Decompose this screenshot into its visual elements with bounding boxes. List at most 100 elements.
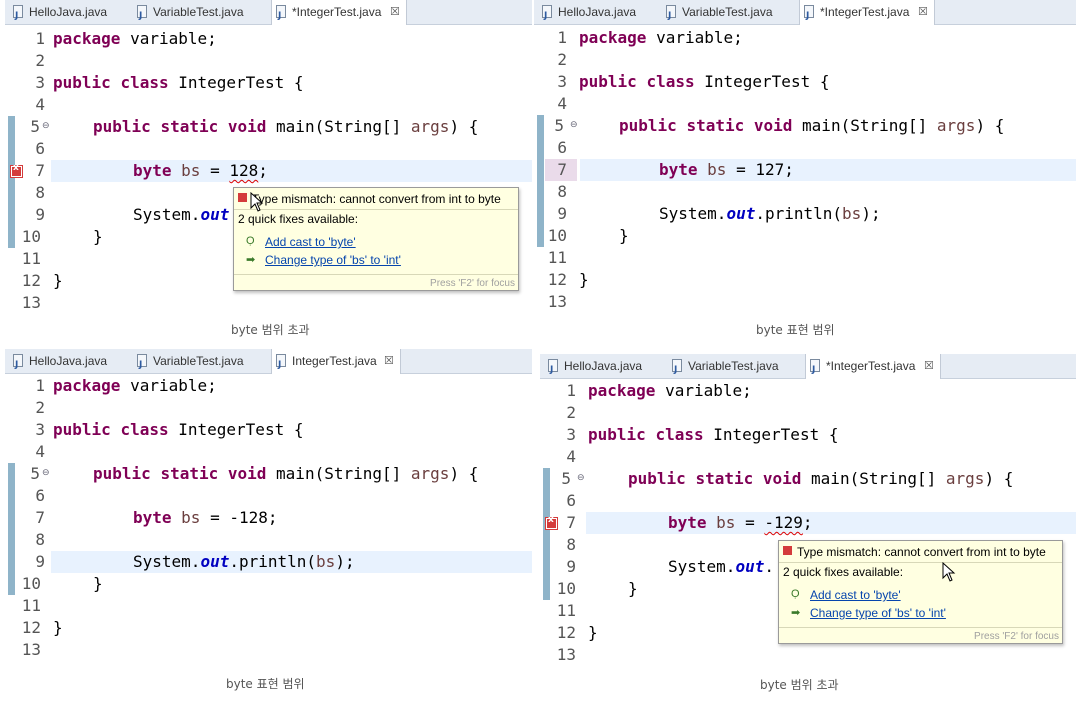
current-line-highlight bbox=[51, 160, 532, 182]
java-file-icon bbox=[276, 4, 286, 28]
code-line: public static void main(String[] args) { bbox=[93, 117, 479, 136]
fold-minus-icon[interactable]: ⊖ bbox=[577, 473, 585, 483]
close-icon[interactable]: ☒ bbox=[390, 0, 400, 24]
java-file-icon bbox=[137, 4, 147, 28]
error-literal: 128 bbox=[229, 161, 259, 180]
java-file-icon bbox=[548, 358, 558, 382]
tab-hellojava[interactable]: HelloJava.java bbox=[9, 0, 127, 28]
close-icon[interactable]: ☒ bbox=[918, 0, 928, 24]
editor-panel-top-right: HelloJava.java VariableTest.java *Intege… bbox=[534, 0, 1076, 316]
tab-variabletest[interactable]: VariableTest.java bbox=[668, 354, 804, 382]
caption: byte 표현 범위 bbox=[756, 323, 835, 337]
editor-panel-bottom-left: HelloJava.java VariableTest.java Integer… bbox=[5, 349, 532, 671]
code-line: } bbox=[588, 623, 598, 642]
cast-fix-icon: Ọ bbox=[791, 588, 800, 600]
line-number: 7 bbox=[35, 508, 45, 527]
divider bbox=[779, 562, 1062, 563]
tab-integertest[interactable]: IntegerTest.java☒ bbox=[271, 349, 401, 377]
error-marker-icon[interactable] bbox=[546, 515, 557, 529]
tab-hellojava[interactable]: HelloJava.java bbox=[538, 0, 656, 28]
editor-tab-bar: HelloJava.java VariableTest.java *Intege… bbox=[534, 0, 1076, 28]
divider bbox=[234, 209, 518, 210]
code-line: } bbox=[93, 227, 103, 246]
popup-title: Type mismatch: cannot convert from int t… bbox=[797, 545, 1046, 559]
line-number: 13 bbox=[547, 292, 567, 311]
error-marker-icon[interactable] bbox=[11, 163, 22, 177]
code-line: } bbox=[628, 579, 638, 598]
line-number: 10 bbox=[547, 226, 567, 245]
line-number: 2 bbox=[35, 398, 45, 417]
line-number: 9 bbox=[35, 205, 45, 224]
line-number: 6 bbox=[566, 491, 576, 510]
code-line: } bbox=[579, 270, 589, 289]
line-number: 9 bbox=[35, 552, 45, 571]
caption: byte 범위 초과 bbox=[231, 323, 310, 337]
fix-change-type-link[interactable]: Change type of 'bs' to 'int' bbox=[810, 606, 946, 620]
error-icon bbox=[783, 546, 792, 555]
line-number: 6 bbox=[35, 139, 45, 158]
code-line: public static void main(String[] args) { bbox=[93, 464, 479, 483]
line-number: 3 bbox=[35, 73, 45, 92]
java-file-icon bbox=[810, 358, 820, 382]
code-line: public static void main(String[] args) { bbox=[628, 469, 1014, 488]
fix-change-type-link[interactable]: Change type of 'bs' to 'int' bbox=[265, 253, 401, 267]
line-number: 5 bbox=[554, 116, 564, 135]
code-line: byte bs = -129; bbox=[668, 513, 813, 532]
java-file-icon bbox=[666, 4, 676, 28]
fold-minus-icon[interactable]: ⊖ bbox=[570, 120, 578, 130]
tab-hellojava[interactable]: HelloJava.java bbox=[9, 349, 127, 377]
quick-fix-popup[interactable]: Type mismatch: cannot convert from int t… bbox=[778, 540, 1063, 644]
line-number: 4 bbox=[35, 442, 45, 461]
error-literal: -129 bbox=[764, 513, 803, 532]
code-line: public class IntegerTest { bbox=[579, 72, 830, 91]
code-line: package variable; bbox=[579, 28, 743, 47]
tab-variabletest[interactable]: VariableTest.java bbox=[133, 349, 269, 377]
close-icon[interactable]: ☒ bbox=[924, 354, 934, 378]
mouse-cursor-icon bbox=[250, 192, 264, 212]
fix-add-cast-link[interactable]: Add cast to 'byte' bbox=[810, 588, 901, 602]
tab-variabletest[interactable]: VariableTest.java bbox=[662, 0, 798, 28]
line-number: 11 bbox=[21, 249, 41, 268]
line-number: 11 bbox=[547, 248, 567, 267]
code-line: byte bs = -128; bbox=[133, 508, 278, 527]
fold-minus-icon[interactable]: ⊖ bbox=[42, 468, 50, 478]
tab-integertest[interactable]: *IntegerTest.java☒ bbox=[271, 0, 407, 28]
java-file-icon bbox=[672, 358, 682, 382]
line-number: 5 bbox=[30, 117, 40, 136]
close-icon[interactable]: ☒ bbox=[384, 349, 394, 373]
java-file-icon bbox=[13, 4, 23, 28]
line-number: 13 bbox=[21, 640, 41, 659]
line-number: 8 bbox=[557, 182, 567, 201]
code-line: package variable; bbox=[53, 29, 217, 48]
code-line: public class IntegerTest { bbox=[53, 420, 304, 439]
line-number: 7 bbox=[557, 160, 567, 179]
quick-fix-popup[interactable]: Type mismatch: cannot convert from int t… bbox=[233, 187, 519, 291]
tab-integertest[interactable]: *IntegerTest.java☒ bbox=[805, 354, 941, 382]
current-line-highlight bbox=[580, 159, 1076, 181]
tab-integertest[interactable]: *IntegerTest.java☒ bbox=[799, 0, 935, 28]
java-file-icon bbox=[137, 353, 147, 377]
line-number: 5 bbox=[30, 464, 40, 483]
line-number: 6 bbox=[35, 486, 45, 505]
tab-hellojava[interactable]: HelloJava.java bbox=[544, 354, 662, 382]
mouse-cursor-icon bbox=[942, 562, 956, 582]
line-number: 4 bbox=[557, 94, 567, 113]
line-number: 5 bbox=[561, 469, 571, 488]
line-number: 2 bbox=[557, 50, 567, 69]
code-editor[interactable]: 1 2 3 4 5 6 7 8 9 10 11 12 13 ⊖ package … bbox=[534, 25, 1076, 316]
fold-minus-icon[interactable]: ⊖ bbox=[42, 121, 50, 131]
code-line: public class IntegerTest { bbox=[53, 73, 304, 92]
code-line: package variable; bbox=[53, 376, 217, 395]
code-line: byte bs = 128; bbox=[133, 161, 268, 180]
editor-tab-bar: HelloJava.java VariableTest.java Integer… bbox=[5, 349, 532, 377]
line-number: 11 bbox=[21, 596, 41, 615]
code-line: System.out bbox=[133, 205, 230, 224]
current-line-highlight bbox=[586, 512, 1076, 534]
java-file-icon bbox=[542, 4, 552, 28]
divider bbox=[779, 627, 1062, 628]
line-number: 8 bbox=[35, 530, 45, 549]
tab-variabletest[interactable]: VariableTest.java bbox=[133, 0, 269, 28]
code-editor[interactable]: 1 2 3 4 5 6 7 8 9 10 11 12 13 ⊖ package … bbox=[5, 374, 532, 671]
fix-add-cast-link[interactable]: Add cast to 'byte' bbox=[265, 235, 356, 249]
line-number: 12 bbox=[21, 618, 41, 637]
